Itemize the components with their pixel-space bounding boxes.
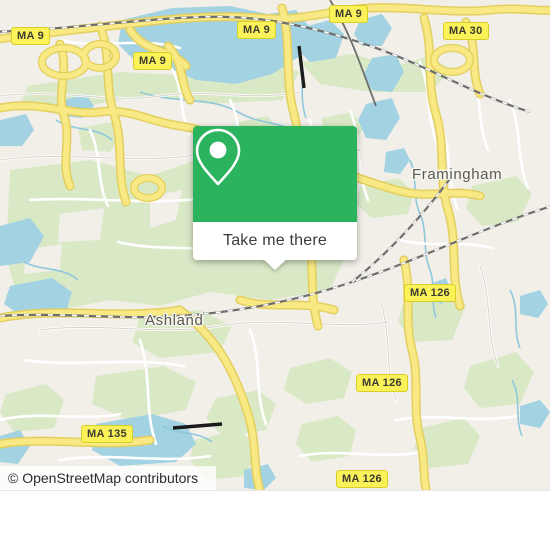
osm-attribution[interactable]: © OpenStreetMap contributors xyxy=(8,470,198,486)
take-me-there-callout[interactable]: Take me there xyxy=(193,126,357,270)
highway-shield[interactable]: MA 126 xyxy=(404,284,456,302)
callout-action-panel[interactable]: Take me there xyxy=(193,222,357,260)
take-me-there-label: Take me there xyxy=(223,232,327,249)
callout-icon-panel xyxy=(193,126,357,222)
highway-shield[interactable]: MA 30 xyxy=(443,22,489,40)
callout-tail xyxy=(263,259,287,270)
highway-shield[interactable]: MA 9 xyxy=(11,27,51,45)
map-canvas[interactable]: Framingham Ashland MA 9 MA 9 MA 9 MA 9 M… xyxy=(0,0,550,490)
highway-shield[interactable]: MA 9 xyxy=(133,52,173,70)
highway-shield[interactable]: MA 135 xyxy=(81,425,133,443)
footer-bar: Catanzaro & Allen, Boston moovit xyxy=(0,490,550,550)
screenshot-root: Framingham Ashland MA 9 MA 9 MA 9 MA 9 M… xyxy=(0,0,550,550)
map-pin-icon xyxy=(195,128,241,186)
highway-shield[interactable]: MA 126 xyxy=(356,374,408,392)
highway-shield[interactable]: MA 126 xyxy=(336,470,388,488)
highway-shield[interactable]: MA 9 xyxy=(237,21,277,39)
highway-shield[interactable]: MA 9 xyxy=(329,5,369,23)
